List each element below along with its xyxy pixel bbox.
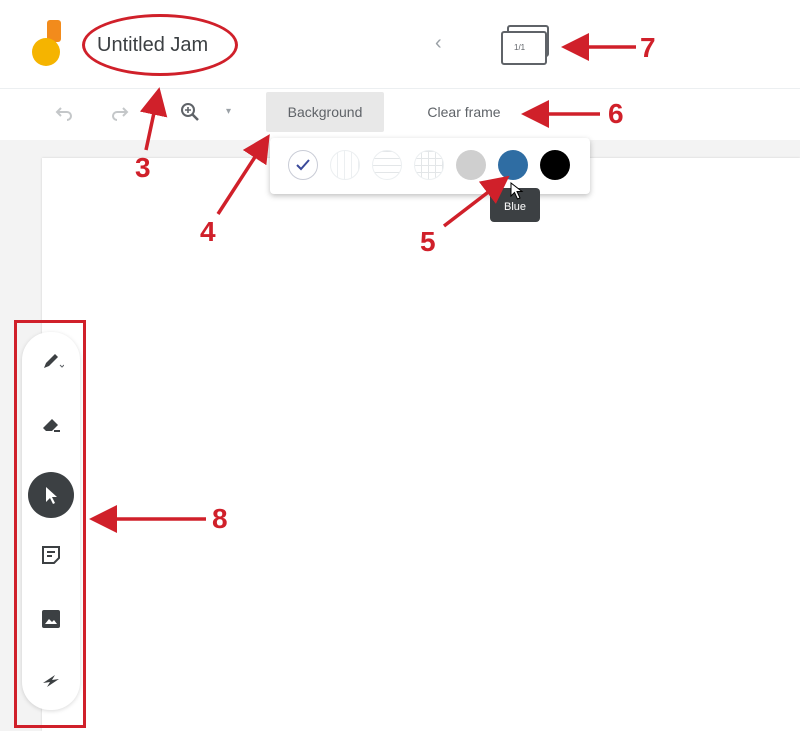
annotation-circle-title [82, 14, 238, 76]
undo-button[interactable] [52, 100, 76, 124]
annotation-label-8: 8 [212, 503, 228, 534]
annotation-label-4: 4 [200, 216, 216, 247]
swatch-ruled[interactable] [372, 150, 402, 180]
annotation-box-tools [14, 320, 86, 728]
chevron-left-icon: ‹ [435, 32, 442, 54]
zoom-dropdown-icon[interactable]: ▾ [226, 106, 231, 117]
zoom-in-icon [181, 103, 199, 121]
previous-frame-button[interactable]: ‹ [435, 32, 442, 55]
annotation-label-3: 3 [135, 152, 151, 183]
swatch-blank[interactable] [288, 150, 318, 180]
zoom-button[interactable] [178, 100, 202, 124]
frame-counter: 1/1 [514, 43, 526, 52]
swatch-black[interactable] [540, 150, 570, 180]
mouse-cursor-icon [510, 182, 524, 200]
redo-icon [112, 107, 129, 121]
swatch-gray[interactable] [456, 150, 486, 180]
swatch-grid[interactable] [414, 150, 444, 180]
swatch-blue[interactable] [498, 150, 528, 180]
check-icon [296, 159, 310, 171]
annotation-label-7: 7 [640, 32, 656, 63]
background-picker-popup [270, 138, 590, 194]
jamboard-logo-icon [30, 18, 70, 70]
annotation-label-6: 6 [608, 98, 624, 129]
undo-icon [55, 107, 72, 121]
clear-frame-button[interactable]: Clear frame [404, 92, 524, 132]
frame-bar-button[interactable]: 1/1 [498, 24, 558, 70]
toolbar-divider [0, 88, 800, 89]
annotation-label-5: 5 [420, 226, 436, 257]
background-button[interactable]: Background [266, 92, 384, 132]
redo-button[interactable] [108, 100, 132, 124]
swatch-dotted[interactable] [330, 150, 360, 180]
